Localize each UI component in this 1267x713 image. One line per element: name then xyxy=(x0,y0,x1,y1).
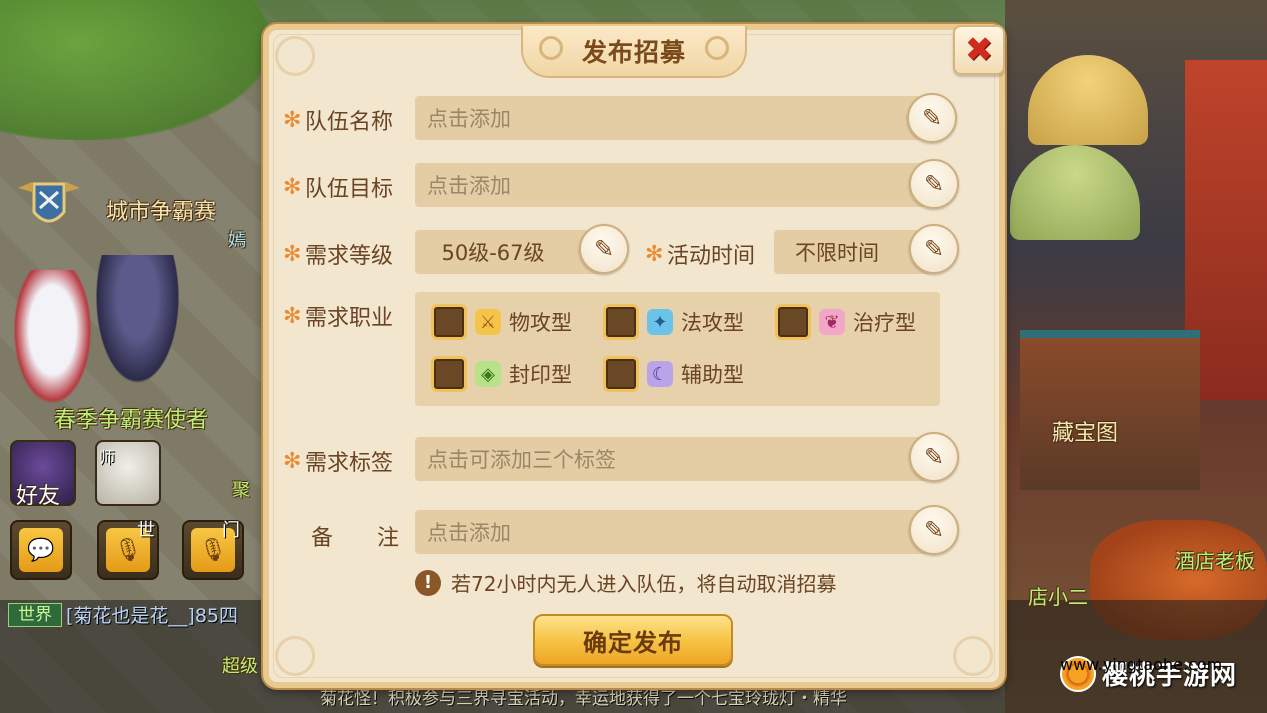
team-name-label-row: ✻ 队伍名称 xyxy=(283,104,393,136)
job-option-physical[interactable]: ⚔ 物攻型 xyxy=(431,304,572,340)
job-label: 法攻型 xyxy=(681,311,744,335)
tags-label: 需求标签 xyxy=(305,451,394,476)
npc-label-treasure-map[interactable]: 藏宝图 xyxy=(1052,415,1118,447)
activity-time-edit-button[interactable]: ✎ xyxy=(909,224,959,274)
required-star-icon: ✻ xyxy=(283,303,302,329)
job-option-magic[interactable]: ✦ 法攻型 xyxy=(603,304,744,340)
tags-label-row: ✻ 需求标签 xyxy=(283,445,393,477)
note-label-row: 备 注 xyxy=(311,520,399,552)
edit-pencil-icon: ✎ xyxy=(923,235,945,263)
required-star-icon: ✻ xyxy=(283,174,302,200)
healing-icon: ❦ xyxy=(819,309,845,335)
edit-pencil-icon: ✎ xyxy=(923,170,945,198)
corner-ornament xyxy=(953,636,993,676)
team-goal-edit-button[interactable]: ✎ xyxy=(909,159,959,209)
treasure-stall xyxy=(1020,330,1200,490)
required-star-icon: ✻ xyxy=(283,107,302,133)
note-edit-button[interactable]: ✎ xyxy=(909,505,959,555)
job-options-panel: ⚔ 物攻型 ✦ 法攻型 ❦ 治疗型 ◈ 封印型 ☾ 辅助型 xyxy=(415,292,940,406)
corner-ornament xyxy=(275,636,315,676)
city-contest-crest-icon[interactable] xyxy=(10,178,88,238)
team-goal-label-row: ✻ 队伍目标 xyxy=(283,171,393,203)
level-range-value[interactable]: 50级-67级 xyxy=(415,230,605,274)
friends-label: 好友 xyxy=(16,484,61,509)
publish-recruit-dialog: 发布招募 ✖ ✻ 队伍名称 点击添加 ✎ ✻ 队伍目标 点击添加 ✎ ✻ 需求等… xyxy=(263,24,1005,688)
job-checkbox[interactable] xyxy=(431,356,467,392)
required-star-icon: ✻ xyxy=(283,448,302,474)
level-label-row: ✻ 需求等级 xyxy=(283,238,393,270)
watermark-url: www.yingtaohe.com xyxy=(1060,655,1223,674)
npc-label-partial: 嫣 xyxy=(228,230,246,251)
physical-attack-icon: ⚔ xyxy=(475,309,501,335)
master-tag: 师 xyxy=(99,448,116,467)
level-edit-button[interactable]: ✎ xyxy=(579,224,629,274)
tags-edit-button[interactable]: ✎ xyxy=(909,432,959,482)
job-option-seal[interactable]: ◈ 封印型 xyxy=(431,356,572,392)
job-label: 封印型 xyxy=(509,363,572,387)
required-star-icon: ✻ xyxy=(645,241,664,267)
npc-label-partial: 超级 xyxy=(222,656,258,677)
chat-bubble-icon: 💬 xyxy=(27,537,55,563)
chat-message-sender[interactable]: [菊花也是花__]85四 xyxy=(66,601,238,628)
companion-character[interactable] xyxy=(5,270,100,420)
job-label: 物攻型 xyxy=(509,311,572,335)
team-name-input[interactable]: 点击添加 xyxy=(415,96,933,140)
job-checkbox[interactable] xyxy=(603,356,639,392)
world-voice-tag: 世 xyxy=(137,520,155,541)
confirm-publish-button[interactable]: 确定发布 xyxy=(533,614,733,666)
cloud-ornament-icon xyxy=(705,36,729,60)
chat-channel-tag[interactable]: 世界 xyxy=(8,603,62,627)
seal-icon: ◈ xyxy=(475,361,501,387)
sect-voice-tag: 门 xyxy=(222,520,240,541)
team-goal-input[interactable]: 点击添加 xyxy=(415,163,933,207)
player-character[interactable] xyxy=(90,255,185,395)
activity-time-label-row: ✻ 活动时间 xyxy=(645,238,755,270)
cloud-ornament-icon xyxy=(539,36,563,60)
job-label: 辅助型 xyxy=(681,363,744,387)
jobs-label: 需求职业 xyxy=(305,306,394,331)
job-label: 治疗型 xyxy=(853,311,916,335)
activity-time-label: 活动时间 xyxy=(667,244,756,269)
hint-text: 若72小时内无人进入队伍，将自动取消招募 xyxy=(451,572,837,596)
jobs-label-row: ✻ 需求职业 xyxy=(283,300,393,332)
title-plate: 发布招募 xyxy=(521,26,747,78)
close-x-icon: ✖ xyxy=(964,30,994,70)
dialog-title: 发布招募 xyxy=(581,38,686,67)
corner-ornament xyxy=(275,36,315,76)
job-checkbox[interactable] xyxy=(775,304,811,340)
npc-label-spring-envoy[interactable]: 春季争霸赛使者 xyxy=(54,402,208,434)
sect-voice-button[interactable]: 🎙 门 xyxy=(182,520,244,580)
job-checkbox[interactable] xyxy=(603,304,639,340)
team-name-edit-button[interactable]: ✎ xyxy=(907,93,957,143)
close-button[interactable]: ✖ xyxy=(953,25,1005,75)
chat-button[interactable]: 💬 xyxy=(10,520,72,580)
job-checkbox[interactable] xyxy=(431,304,467,340)
team-name-label: 队伍名称 xyxy=(305,110,394,135)
world-voice-button[interactable]: 🎙 世 xyxy=(97,520,159,580)
auto-cancel-hint: ! 若72小时内无人进入队伍，将自动取消招募 xyxy=(415,568,836,597)
tags-input[interactable]: 点击可添加三个标签 xyxy=(415,437,935,481)
note-label: 备 注 xyxy=(311,526,400,551)
job-option-healing[interactable]: ❦ 治疗型 xyxy=(775,304,916,340)
note-input[interactable]: 点击添加 xyxy=(415,510,935,554)
npc-label-city-contest[interactable]: 城市争霸赛 xyxy=(106,194,216,226)
required-star-icon: ✻ xyxy=(283,241,302,267)
npc-label-hotel-boss[interactable]: 酒店老板 xyxy=(1175,545,1255,574)
job-option-support[interactable]: ☾ 辅助型 xyxy=(603,356,744,392)
team-goal-label: 队伍目标 xyxy=(305,177,394,202)
edit-pencil-icon: ✎ xyxy=(923,443,945,471)
level-label: 需求等级 xyxy=(305,244,394,269)
edit-pencil-icon: ✎ xyxy=(921,104,943,132)
master-avatar-button[interactable]: 师 xyxy=(95,440,161,506)
info-exclamation-icon: ! xyxy=(415,569,441,596)
npc-label-partial: 聚 xyxy=(232,480,250,501)
edit-pencil-icon: ✎ xyxy=(593,235,615,263)
edit-pencil-icon: ✎ xyxy=(923,516,945,544)
grass-area xyxy=(0,0,270,140)
support-icon: ☾ xyxy=(647,361,673,387)
magic-attack-icon: ✦ xyxy=(647,309,673,335)
npc-label-waiter[interactable]: 店小二 xyxy=(1028,581,1088,610)
